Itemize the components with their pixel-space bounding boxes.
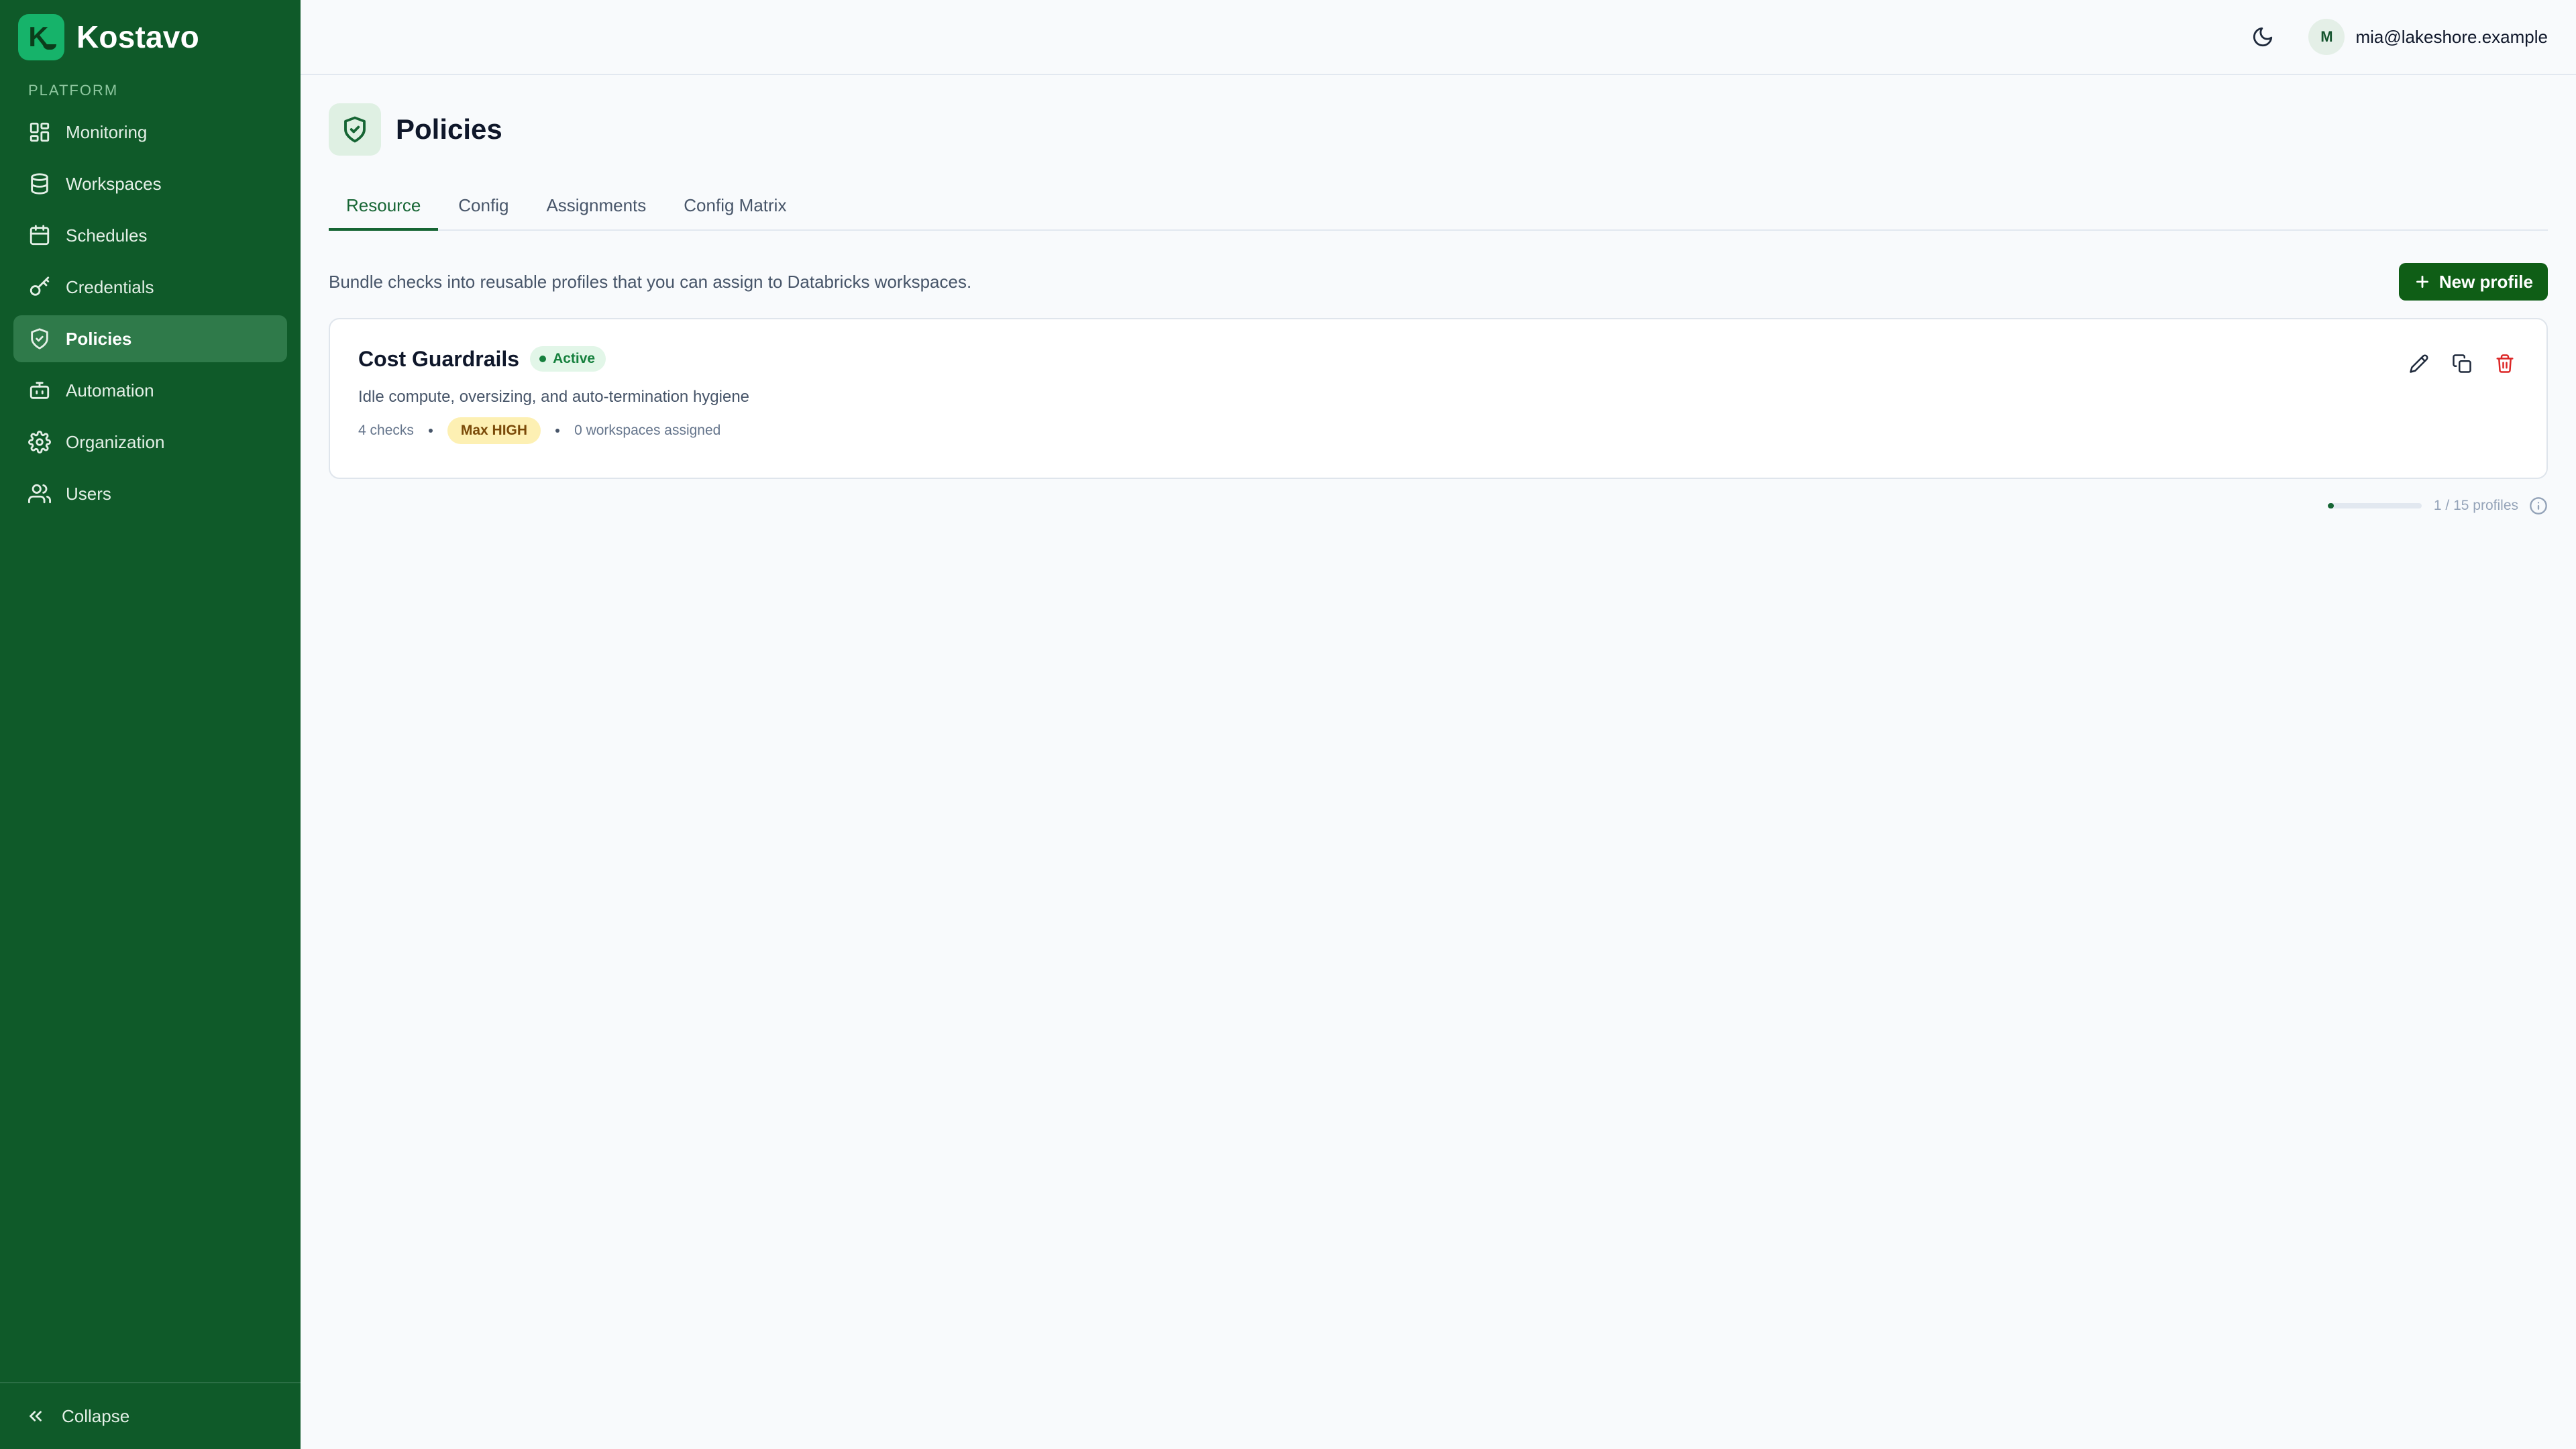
tab-config-matrix[interactable]: Config Matrix [666,181,804,229]
trash-icon [2496,354,2514,373]
shield-check-icon [31,328,48,350]
quota-progress-bar [2327,503,2422,508]
app-name: Kostavo [76,19,199,54]
profile-quota: 1 / 15 profiles [329,496,2548,515]
profile-card[interactable]: Cost Guardrails Active Idle compute, ove… [329,318,2548,479]
sidebar-item-credentials[interactable]: Credentials [13,264,287,311]
info-button[interactable] [2529,496,2548,515]
sidebar-item-users[interactable]: Users [13,470,287,517]
profile-description: Idle compute, oversizing, and auto-termi… [358,388,750,406]
collapse-button[interactable]: Collapse [0,1382,301,1449]
user-email: mia@lakeshore.example [2355,26,2548,47]
collapse-label: Collapse [62,1405,130,1426]
separator-dot-icon [428,429,433,433]
profile-meta: 4 checks Max HIGH 0 workspaces assigned [358,417,2518,444]
policy-tabs: Resource Config Assignments Config Matri… [329,181,2548,231]
page-title: Policies [396,113,502,145]
status-dot-icon [539,356,547,362]
main-content: Policies Resource Config Assignments Con… [301,75,2576,1449]
quota-label: 1 / 15 profiles [2433,498,2518,513]
sidebar-item-label: Organization [66,431,165,452]
kostavo-logo-icon: K [18,13,64,60]
new-profile-label: New profile [2438,271,2533,292]
pencil-icon [2410,354,2428,373]
sidebar-item-label: Workspaces [66,173,162,194]
moon-icon [2253,27,2273,47]
sidebar-item-label: Automation [66,380,154,400]
copy-icon [2453,354,2471,373]
status-label: Active [553,351,596,366]
duplicate-profile-button[interactable] [2449,350,2475,377]
chevrons-left-icon [30,1411,42,1421]
calendar-icon [30,225,50,246]
page-header: Policies [329,103,2548,156]
sidebar-item-label: Policies [66,328,132,349]
separator-dot-icon [555,429,560,433]
sidebar-item-label: Monitoring [66,121,148,142]
sidebar-item-label: Schedules [66,225,148,246]
sidebar-item-label: Users [66,483,111,504]
sidebar-item-organization[interactable]: Organization [13,419,287,466]
tab-resource[interactable]: Resource [329,181,439,231]
sidebar: K Kostavo PLATFORM Monitoring Workspaces… [0,0,301,1449]
database-icon [31,173,48,195]
plus-icon [2416,276,2428,288]
info-icon [2530,497,2547,515]
sidebar-item-schedules[interactable]: Schedules [13,212,287,259]
quota-progress-fill [2327,503,2334,508]
profile-actions [2390,350,2518,377]
edit-profile-button[interactable] [2406,350,2432,377]
page-icon [329,103,381,156]
sidebar-item-label: Credentials [66,276,154,297]
user-menu[interactable]: M mia@lakeshore.example [2308,19,2548,55]
severity-badge: Max HIGH [447,417,541,444]
bot-icon [30,382,50,399]
delete-profile-button[interactable] [2491,350,2518,377]
theme-toggle-button[interactable] [2244,18,2282,56]
sidebar-item-workspaces[interactable]: Workspaces [13,160,287,207]
sidebar-item-automation[interactable]: Automation [13,367,287,414]
topbar: M mia@lakeshore.example [301,0,2576,75]
description-row: Bundle checks into reusable profiles tha… [329,263,2548,301]
sidebar-item-policies[interactable]: Policies [13,315,287,362]
sidebar-nav: Monitoring Workspaces Schedules Credenti… [0,109,301,522]
avatar: M [2308,19,2345,55]
nav-section-label: PLATFORM [28,82,119,99]
checks-count: 4 checks [358,423,414,438]
grid-icon [30,122,50,142]
tab-assignments[interactable]: Assignments [529,181,663,229]
gear-icon [28,431,51,453]
brand[interactable]: K Kostavo [0,0,301,74]
users-icon [28,484,51,504]
tab-config[interactable]: Config [441,181,526,229]
sidebar-item-monitoring[interactable]: Monitoring [13,109,287,156]
profile-name: Cost Guardrails [358,346,520,371]
page-description: Bundle checks into reusable profiles tha… [329,271,972,292]
profile-title-row: Cost Guardrails Active [358,346,2518,372]
new-profile-button[interactable]: New profile [2398,263,2548,301]
shield-check-icon [344,116,366,143]
status-badge: Active [530,346,606,372]
assigned-count: 0 workspaces assigned [574,423,721,438]
key-icon [30,276,50,296]
